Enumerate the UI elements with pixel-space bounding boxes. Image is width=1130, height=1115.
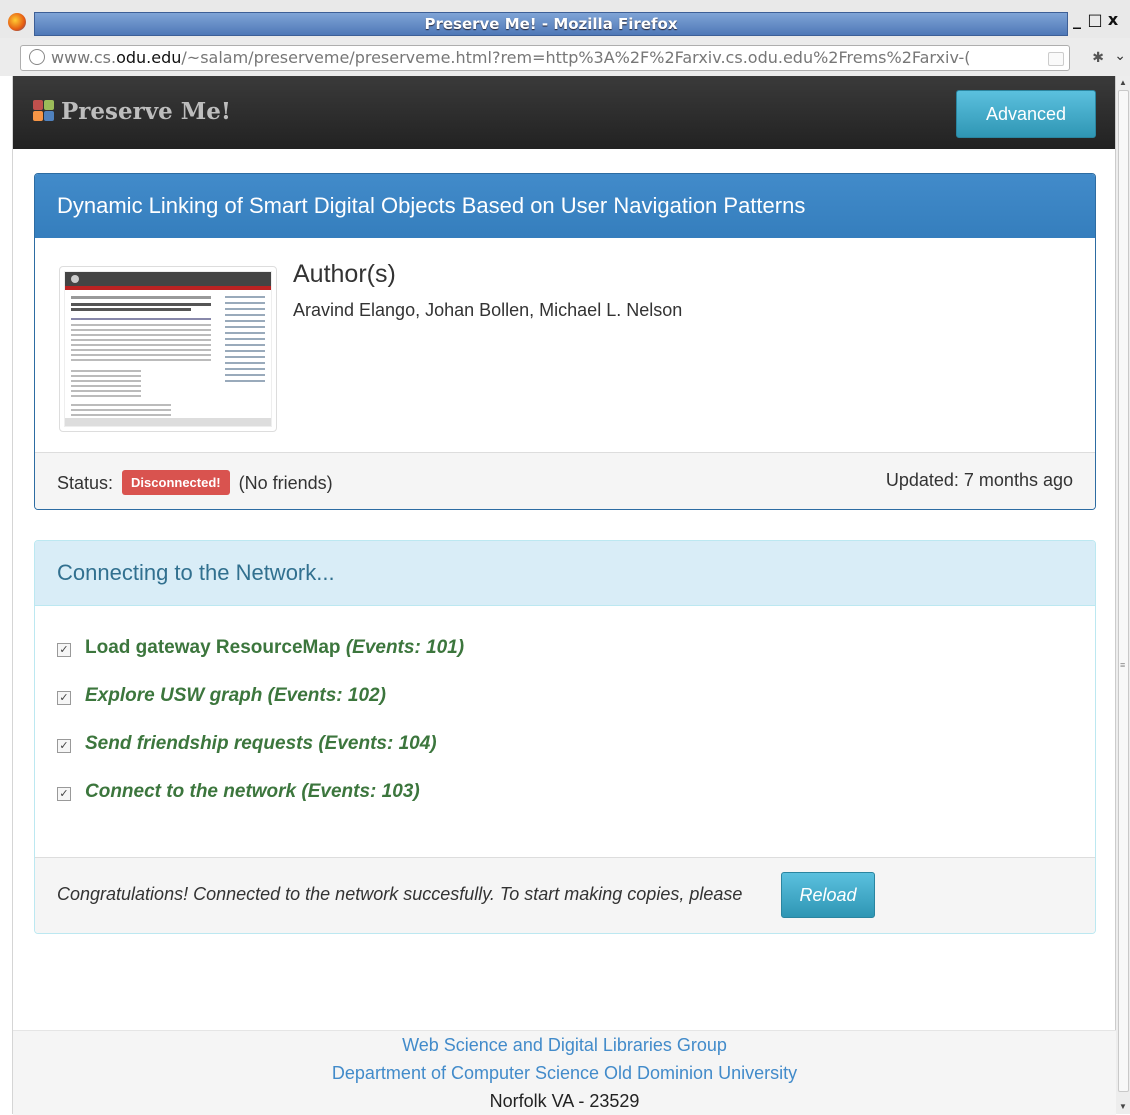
task-label: Load gateway ResourceMap bbox=[85, 637, 341, 658]
firefox-logo-icon bbox=[8, 13, 26, 31]
object-thumbnail[interactable] bbox=[59, 266, 277, 432]
network-title: Connecting to the Network... bbox=[35, 541, 1095, 606]
extension-icon[interactable]: ✱ bbox=[1092, 49, 1104, 66]
author-heading: Author(s) bbox=[293, 260, 396, 288]
brand-logo-icon bbox=[33, 100, 55, 122]
group-link[interactable]: Web Science and Digital Libraries Group bbox=[13, 1031, 1116, 1059]
object-panel: Dynamic Linking of Smart Digital Objects… bbox=[34, 173, 1096, 510]
scroll-grip-icon: ≡ bbox=[1120, 660, 1126, 670]
network-panel: Connecting to the Network... ✓ Load gatew… bbox=[34, 540, 1096, 934]
status-row: Status: Disconnected! (No friends) bbox=[57, 470, 333, 495]
task-checkbox[interactable]: ✓ bbox=[57, 739, 71, 753]
author-list: Aravind Elango, Johan Bollen, Michael L.… bbox=[293, 300, 683, 320]
network-footer: Congratulations! Connected to the networ… bbox=[35, 857, 1095, 933]
status-badge: Disconnected! bbox=[122, 470, 230, 495]
department-link[interactable]: Department of Computer Science Old Domin… bbox=[13, 1059, 1116, 1087]
friends-count: (No friends) bbox=[238, 473, 333, 493]
window-title: Preserve Me! - Mozilla Firefox bbox=[34, 12, 1068, 36]
window-titlebar: Preserve Me! - Mozilla Firefox _ □ x bbox=[0, 0, 1130, 38]
brand[interactable]: Preserve Me! bbox=[33, 98, 231, 125]
task-label: Explore USW graph bbox=[85, 685, 263, 706]
status-bar: Status: Disconnected! (No friends) Updat… bbox=[35, 452, 1095, 509]
task-checkbox[interactable]: ✓ bbox=[57, 787, 71, 801]
advanced-button[interactable]: Advanced bbox=[956, 90, 1096, 138]
task-events: (Events: 104) bbox=[318, 733, 437, 754]
site-identity-icon[interactable] bbox=[29, 49, 45, 65]
object-title: Dynamic Linking of Smart Digital Objects… bbox=[35, 174, 1095, 238]
task-events: (Events: 103) bbox=[301, 781, 420, 802]
thumbnail-page-preview bbox=[64, 271, 272, 427]
task-item: ✓ Send friendship requests (Events: 104) bbox=[57, 733, 464, 781]
brand-name: Preserve Me! bbox=[61, 98, 231, 125]
task-label: Connect to the network bbox=[85, 781, 297, 802]
url-domain: odu.edu bbox=[116, 48, 182, 67]
window-controls: _ □ x bbox=[1068, 10, 1130, 34]
task-events: (Events: 101) bbox=[345, 637, 465, 658]
task-label: Send friendship requests bbox=[85, 733, 314, 754]
browser-toolbar: www.cs.odu.edu/~salam/preserveme/preserv… bbox=[0, 38, 1130, 77]
url-path: /~salam/preserveme/preserveme.html?rem=h… bbox=[181, 48, 971, 67]
page-footer: Web Science and Digital Libraries Group … bbox=[13, 1030, 1116, 1115]
task-checkbox[interactable]: ✓ bbox=[57, 643, 71, 657]
updated-time: Updated: 7 months ago bbox=[885, 470, 1073, 490]
address-bar[interactable]: www.cs.odu.edu/~salam/preserveme/preserv… bbox=[20, 45, 1070, 71]
task-list: ✓ Load gateway ResourceMap (Events: 101) … bbox=[57, 637, 464, 829]
scroll-thumb[interactable] bbox=[1118, 90, 1129, 1092]
status-label: Status: bbox=[57, 473, 114, 493]
bookmark-star-icon[interactable] bbox=[1048, 52, 1064, 66]
task-events: (Events: 102) bbox=[267, 685, 386, 706]
app-navbar: Preserve Me! Advanced bbox=[13, 76, 1116, 149]
window-left-edge bbox=[0, 76, 13, 1114]
minimize-button[interactable]: _ bbox=[1068, 10, 1086, 29]
url-prefix: www.cs. bbox=[51, 48, 117, 67]
success-message: Congratulations! Connected to the networ… bbox=[57, 884, 743, 904]
chevron-down-icon[interactable]: ⌄ bbox=[1114, 47, 1126, 64]
maximize-button[interactable]: □ bbox=[1086, 10, 1104, 29]
reload-button[interactable]: Reload bbox=[781, 872, 875, 918]
vertical-scrollbar[interactable]: ▲ ≡ ▼ bbox=[1115, 76, 1130, 1114]
close-button[interactable]: x bbox=[1104, 10, 1122, 29]
scroll-up-icon[interactable]: ▲ bbox=[1118, 78, 1128, 88]
task-item: ✓ Explore USW graph (Events: 102) bbox=[57, 685, 464, 733]
task-item: ✓ Connect to the network (Events: 103) bbox=[57, 781, 464, 829]
task-checkbox[interactable]: ✓ bbox=[57, 691, 71, 705]
address-text: Norfolk VA - 23529 bbox=[489, 1091, 640, 1111]
task-item: ✓ Load gateway ResourceMap (Events: 101) bbox=[57, 637, 464, 685]
scroll-down-icon[interactable]: ▼ bbox=[1118, 1102, 1128, 1112]
